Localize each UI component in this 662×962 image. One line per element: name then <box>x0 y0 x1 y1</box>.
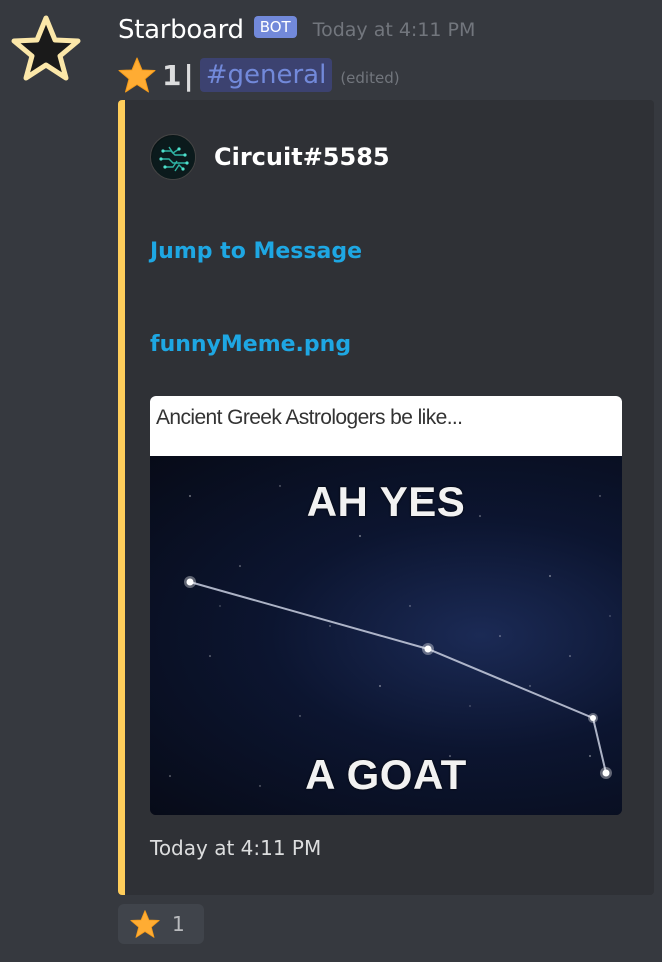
meme-bottom-text: A GOAT <box>305 751 467 798</box>
embed-author-name[interactable]: Circuit#5585 <box>214 143 390 171</box>
attachment-link[interactable]: funnyMeme.png <box>150 332 351 357</box>
meme-caption: Ancient Greek Astrologers be like... <box>156 406 463 429</box>
embed-accent-bar <box>118 100 125 895</box>
star-icon <box>118 57 156 93</box>
meme-top-text: AH YES <box>306 478 466 525</box>
circuit-avatar-icon[interactable] <box>150 134 196 180</box>
star-outline-icon <box>11 15 81 81</box>
jump-to-message-link[interactable]: Jump to Message <box>150 239 362 264</box>
author-username[interactable]: Starboard <box>118 15 244 45</box>
channel-mention[interactable]: #general <box>199 58 333 92</box>
message-content: 1 | #general (edited) <box>118 54 400 96</box>
separator: | <box>183 58 194 92</box>
star-icon <box>130 910 160 938</box>
star-count: 1 <box>162 58 182 92</box>
message-timestamp[interactable]: Today at 4:11 PM <box>313 19 476 41</box>
message-embed: Circuit#5585 Jump to Message funnyMeme.p… <box>118 100 654 895</box>
reaction-count: 1 <box>172 912 185 936</box>
starboard-avatar[interactable] <box>8 12 84 84</box>
bot-badge: BOT <box>253 16 297 38</box>
star-reaction-button[interactable]: 1 <box>118 904 204 944</box>
meme-caption-area: Ancient Greek Astrologers be like... <box>150 396 622 456</box>
embed-image[interactable]: Ancient Greek Astrologers be like... AH … <box>150 396 622 815</box>
embed-author: Circuit#5585 <box>150 134 390 180</box>
message-header: Starboard BOT Today at 4:11 PM <box>118 12 475 48</box>
embed-footer-timestamp: Today at 4:11 PM <box>150 836 322 860</box>
edited-label: (edited) <box>340 69 400 87</box>
